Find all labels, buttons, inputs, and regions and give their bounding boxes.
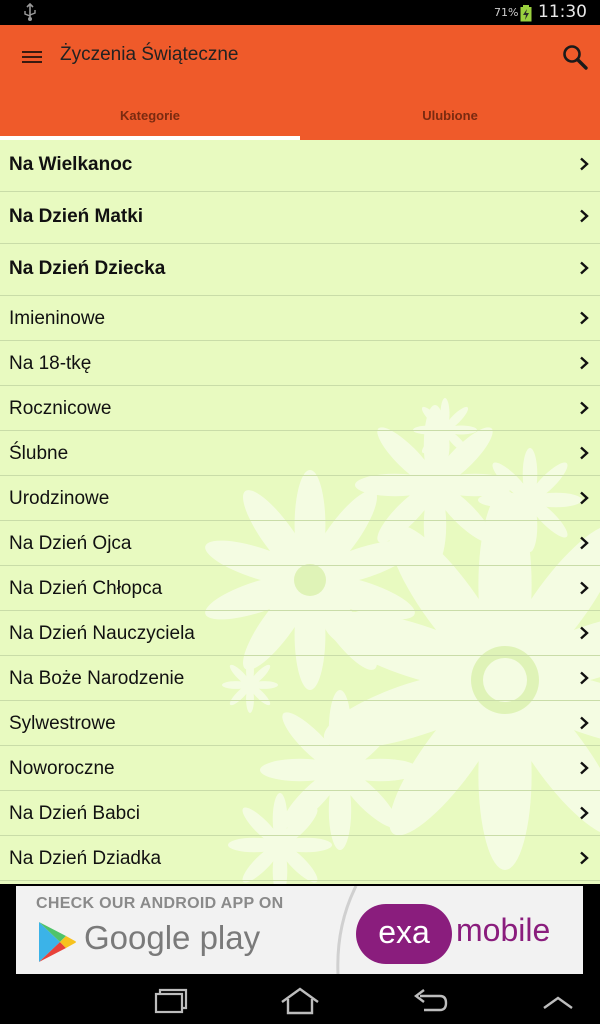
ad-banner[interactable]: CHECK OUR ANDROID APP ON Google play exa…	[16, 886, 583, 974]
chevron-up-icon[interactable]	[540, 986, 576, 1018]
list-item[interactable]: Noworoczne	[0, 746, 600, 791]
list-item-label: Na 18-tkę	[9, 353, 92, 374]
battery-percent: 71%	[494, 6, 519, 19]
ad-strip: CHECK OUR ANDROID APP ON Google play exa…	[0, 884, 600, 980]
list-item-label: Na Dzień Dziadka	[9, 848, 162, 869]
chevron-right-icon	[580, 581, 589, 595]
list-item[interactable]: Na Dzień Dziecka	[0, 244, 600, 296]
app-title: Życzenia Świąteczne	[60, 44, 239, 65]
system-nav-bar	[0, 980, 600, 1024]
list-item-label: Na Dzień Dziecka	[9, 258, 166, 279]
category-list[interactable]: Na Wielkanoc Na Dzień Matki Na Dzień Dzi…	[0, 140, 600, 884]
list-item[interactable]: Na Dzień Dziadka	[0, 836, 600, 881]
list-item-label: Ślubne	[9, 443, 69, 464]
list-item[interactable]: Na Dzień Nauczyciela	[0, 611, 600, 656]
chevron-right-icon	[580, 446, 589, 460]
google-play-icon	[39, 922, 76, 962]
list-item[interactable]: Sylwestrowe	[0, 701, 600, 746]
list-item[interactable]: Imieninowe	[0, 296, 600, 341]
chevron-right-icon	[580, 356, 589, 370]
status-bar: 71% 11:30	[0, 0, 600, 25]
clock: 11:30	[538, 2, 587, 22]
chevron-right-icon	[580, 626, 589, 640]
chevron-right-icon	[580, 806, 589, 820]
menu-icon[interactable]	[14, 41, 50, 73]
back-icon[interactable]	[410, 986, 450, 1018]
list-item[interactable]: Na 18-tkę	[0, 341, 600, 386]
list-item[interactable]: Na Dzień Chłopca	[0, 566, 600, 611]
list-item-label: Sylwestrowe	[9, 713, 116, 734]
list-item[interactable]: Na Dzień Matki	[0, 192, 600, 244]
tab-kategorie[interactable]: Kategorie	[0, 95, 300, 140]
list-item-label: Na Dzień Chłopca	[9, 578, 163, 599]
ad-headline: CHECK OUR ANDROID APP ON	[36, 895, 284, 912]
list-item-label: Na Dzień Babci	[9, 803, 140, 824]
tab-label: Kategorie	[120, 108, 180, 123]
chevron-right-icon	[580, 536, 589, 550]
list-item-label: Na Dzień Ojca	[9, 533, 132, 554]
category-rows: Na Wielkanoc Na Dzień Matki Na Dzień Dzi…	[0, 140, 600, 881]
tab-bar: Kategorie Ulubione	[0, 95, 600, 140]
chevron-right-icon	[580, 209, 589, 223]
chevron-right-icon	[580, 491, 589, 505]
battery-charging-icon	[520, 5, 532, 22]
search-icon[interactable]	[560, 42, 590, 72]
chevron-right-icon	[580, 851, 589, 865]
list-item-label: Na Boże Narodzenie	[9, 668, 185, 689]
chevron-right-icon	[580, 671, 589, 685]
tab-label: Ulubione	[422, 108, 478, 123]
chevron-right-icon	[580, 157, 589, 171]
app-bar: Życzenia Świąteczne Kategorie Ulubione	[0, 25, 600, 140]
list-item[interactable]: Ślubne	[0, 431, 600, 476]
list-item[interactable]: Na Boże Narodzenie	[0, 656, 600, 701]
list-item[interactable]: Na Wielkanoc	[0, 140, 600, 192]
ad-store-name: Google play	[84, 919, 261, 956]
exa-logo-badge: exa	[356, 904, 452, 964]
chevron-right-icon	[580, 401, 589, 415]
chevron-right-icon	[580, 311, 589, 325]
list-item-label: Urodzinowe	[9, 488, 110, 509]
chevron-right-icon	[580, 761, 589, 775]
home-icon[interactable]	[278, 986, 322, 1018]
list-item-label: Na Wielkanoc	[9, 154, 133, 175]
tab-ulubione[interactable]: Ulubione	[300, 95, 600, 140]
list-item-label: Rocznicowe	[9, 398, 112, 419]
chevron-right-icon	[580, 261, 589, 275]
usb-icon	[24, 3, 36, 21]
list-item-label: Na Dzień Nauczyciela	[9, 623, 195, 644]
list-item[interactable]: Na Dzień Babci	[0, 791, 600, 836]
list-item[interactable]: Urodzinowe	[0, 476, 600, 521]
list-item[interactable]: Rocznicowe	[0, 386, 600, 431]
list-item-label: Imieninowe	[9, 308, 106, 329]
recent-apps-icon[interactable]	[150, 986, 190, 1018]
list-item[interactable]: Na Dzień Ojca	[0, 521, 600, 566]
list-item-label: Na Dzień Matki	[9, 206, 144, 227]
list-item-label: Noworoczne	[9, 758, 115, 779]
chevron-right-icon	[580, 716, 589, 730]
exa-logo-text: mobile	[456, 912, 551, 948]
